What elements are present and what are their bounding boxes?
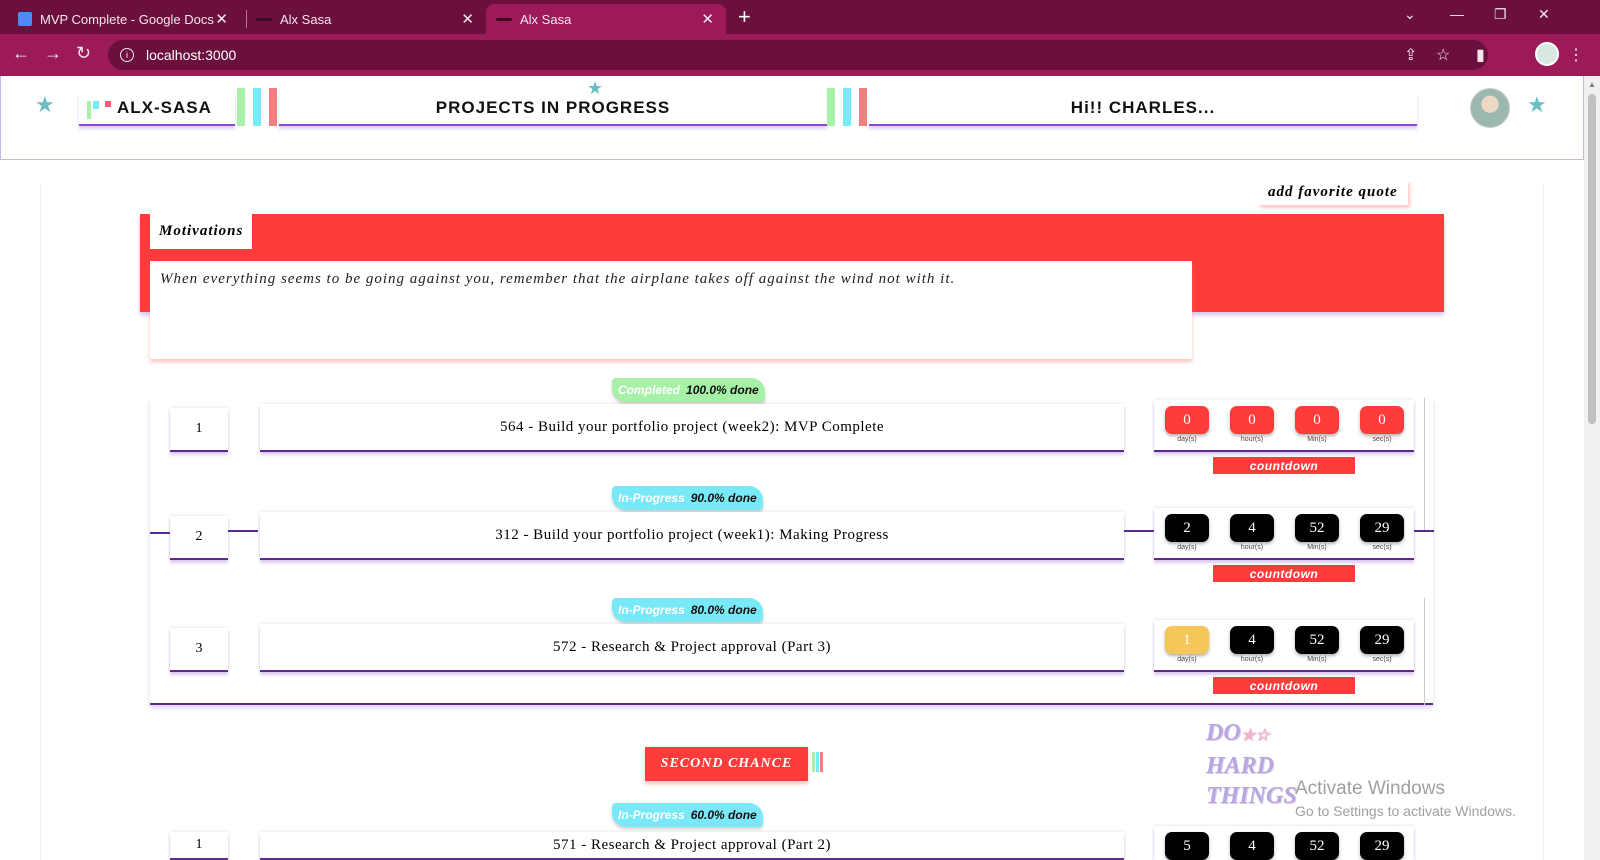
timer-secs: 29 <box>1360 832 1404 860</box>
section-title: PROJECTS IN PROGRESS <box>435 98 671 117</box>
profile-avatar-icon[interactable] <box>1535 42 1559 66</box>
brand-logo-icon <box>83 97 117 119</box>
status-badge: In-Progress 60.0% done <box>612 803 763 827</box>
countdown-label: countdown <box>1213 457 1355 474</box>
project-title-link[interactable]: 564 - Build your portfolio project (week… <box>260 404 1124 452</box>
countdown-label: countdown <box>1213 565 1355 582</box>
countdown-timer: 0 day(s) 0 hour(s) 0 Min(s) 0 sec(s) <box>1154 400 1414 452</box>
timer-secs: 29 <box>1360 514 1404 542</box>
star-icon: ★ <box>1527 92 1547 117</box>
brand-logo[interactable]: ALX-SASA <box>79 92 235 126</box>
brand-name: ALX-SASA <box>117 98 212 117</box>
address-bar-row: ← → ↻ i localhost:3000 ⇪ ☆ ▮ ⋮ <box>0 34 1600 76</box>
add-favorite-quote-button[interactable]: add favorite quote <box>1258 180 1408 205</box>
timer-hours: 4 <box>1230 514 1274 542</box>
timer-days: 2 <box>1165 514 1209 542</box>
status-badge: Completed 100.0% done <box>612 378 765 402</box>
back-icon[interactable]: ← <box>12 43 30 64</box>
google-docs-icon <box>18 12 32 26</box>
scrollbar-thumb[interactable] <box>1588 94 1596 424</box>
decor-bar <box>269 88 277 126</box>
timer-hours: 4 <box>1230 626 1274 654</box>
minimize-icon[interactable]: — <box>1450 6 1464 22</box>
decor-bar <box>237 88 245 126</box>
scroll-up-icon[interactable]: ▲ <box>1588 80 1596 89</box>
new-tab-icon[interactable]: + <box>738 4 751 30</box>
close-tab-icon[interactable]: ✕ <box>701 10 714 28</box>
timer-mins: 52 <box>1295 832 1339 860</box>
project-title-link[interactable]: 571 - Research & Project approval (Part … <box>260 832 1124 860</box>
close-window-icon[interactable]: ✕ <box>1538 6 1550 23</box>
bookmark-star-icon[interactable]: ☆ <box>1436 45 1450 65</box>
project-index: 2 <box>170 516 228 560</box>
project-index: 3 <box>170 628 228 672</box>
app-header: ★ ALX-SASA ★ PROJECTS IN PROGRESS Hi!! C… <box>0 76 1584 160</box>
tab-title: Alx Sasa <box>280 11 332 27</box>
close-tab-icon[interactable]: ✕ <box>461 10 474 28</box>
browser-tab-strip: MVP Complete - Google Docs ✕ Alx Sasa ✕ … <box>0 0 1600 34</box>
url-bar[interactable]: i localhost:3000 <box>108 40 1488 70</box>
user-avatar[interactable] <box>1470 88 1510 128</box>
decor-bar <box>253 88 261 126</box>
countdown-timer: 5 4 52 29 <box>1154 826 1414 860</box>
motivation-quote: When everything seems to be going agains… <box>150 261 1192 359</box>
browser-tab-google-docs[interactable]: MVP Complete - Google Docs ✕ <box>8 4 240 34</box>
browser-tab-alx-sasa-active[interactable]: Alx Sasa ✕ <box>486 4 726 34</box>
tab-title: Alx Sasa <box>520 11 572 27</box>
status-badge: In-Progress 90.0% done <box>612 486 763 510</box>
close-tab-icon[interactable]: ✕ <box>215 10 228 28</box>
status-badge: In-Progress 80.0% done <box>612 598 763 622</box>
site-favicon-icon <box>256 17 272 21</box>
timer-secs: 0 <box>1360 406 1404 434</box>
countdown-label: countdown <box>1213 677 1355 694</box>
timer-secs: 29 <box>1360 626 1404 654</box>
tab-search-icon[interactable]: ⌄ <box>1404 6 1416 23</box>
project-index: 1 <box>170 832 228 860</box>
project-title-link[interactable]: 312 - Build your portfolio project (week… <box>260 512 1124 560</box>
site-info-icon[interactable]: i <box>120 48 134 62</box>
greeting-text: Hi!! CHARLES... <box>1070 98 1216 117</box>
windows-activation-watermark: Activate Windows Go to Settings to activ… <box>1295 778 1516 819</box>
do-hard-things-motto: DO★☆ HARD THINGS <box>1206 720 1297 809</box>
timer-mins: 0 <box>1295 406 1339 434</box>
timer-mins: 52 <box>1295 626 1339 654</box>
share-icon[interactable]: ⇪ <box>1404 45 1417 65</box>
site-favicon-icon <box>496 17 512 21</box>
timer-mins: 52 <box>1295 514 1339 542</box>
timer-hours: 0 <box>1230 406 1274 434</box>
url-text: localhost:3000 <box>146 47 237 63</box>
vertical-scrollbar[interactable]: ▲ <box>1584 76 1600 860</box>
side-panel-icon[interactable]: ▮ <box>1476 45 1485 65</box>
timer-days: 5 <box>1165 832 1209 860</box>
project-index: 1 <box>170 408 228 452</box>
project-title-link[interactable]: 572 - Research & Project approval (Part … <box>260 624 1124 672</box>
timer-days: 0 <box>1165 406 1209 434</box>
sparkle-icon: ★☆ <box>1240 727 1270 744</box>
countdown-timer: 1 day(s) 4 hour(s) 52 Min(s) 29 sec(s) <box>1154 620 1414 672</box>
motivations-title: Motivations <box>150 214 253 249</box>
maximize-icon[interactable]: ❐ <box>1494 6 1507 23</box>
countdown-timer: 2 day(s) 4 hour(s) 52 Min(s) 29 sec(s) <box>1154 508 1414 560</box>
timer-days: 1 <box>1165 626 1209 654</box>
reload-icon[interactable]: ↻ <box>76 43 91 64</box>
forward-icon[interactable]: → <box>44 43 62 64</box>
timer-hours: 4 <box>1230 832 1274 860</box>
decor-bar <box>859 88 867 126</box>
user-greeting: Hi!! CHARLES... <box>869 92 1417 126</box>
row-connector-line <box>228 530 258 532</box>
decor-bar <box>843 88 851 126</box>
decor-bars <box>812 752 824 772</box>
nav-projects-in-progress[interactable]: PROJECTS IN PROGRESS <box>279 92 827 126</box>
menu-kebab-icon[interactable]: ⋮ <box>1568 45 1584 65</box>
browser-tab-alx-sasa[interactable]: Alx Sasa ✕ <box>246 4 486 34</box>
decor-bar <box>827 88 835 126</box>
star-icon: ★ <box>35 92 55 117</box>
tab-title: MVP Complete - Google Docs <box>40 11 214 27</box>
second-chance-heading: SECOND CHANCE <box>645 747 808 781</box>
